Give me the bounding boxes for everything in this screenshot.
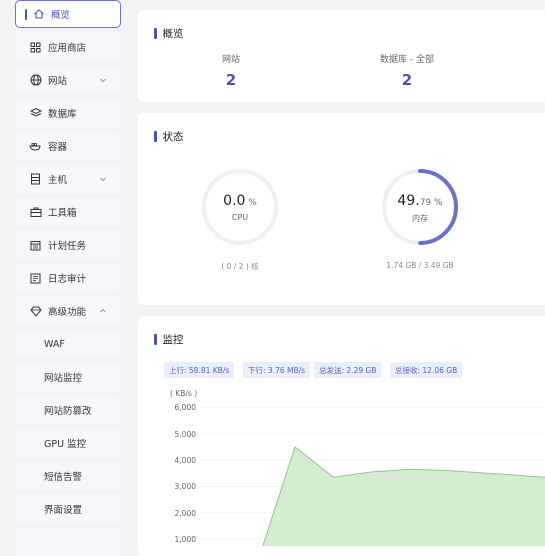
y-tick: 3,000 [174, 482, 196, 491]
sidebar-item-label: 短信告警 [44, 472, 83, 483]
sidebar-subitem-gpu-monitor[interactable]: GPU 监控 [15, 429, 120, 457]
network-chart [200, 407, 545, 546]
sidebar-item-label: 应用商店 [48, 43, 87, 54]
memory-label: 内存 [412, 214, 428, 223]
sidebar-item-host[interactable]: 主机 [15, 165, 120, 193]
toolbox-icon [29, 206, 42, 219]
sidebar-item-label: 高级功能 [48, 307, 87, 318]
sidebar-item-partial[interactable] [15, 528, 120, 556]
sidebar-item-app-store[interactable]: 应用商店 [15, 33, 120, 61]
memory-usage-detail: 1.74 GB / 3.49 GB [386, 261, 454, 270]
monitor-title: 监控 [154, 332, 184, 347]
total-received-badge: 总接收: 12.06 GB [390, 362, 463, 378]
y-tick: 2,000 [174, 509, 196, 518]
cpu-usage-value: 0.0 % [223, 193, 257, 209]
y-tick: 5,000 [174, 430, 196, 439]
y-tick: 4,000 [174, 456, 196, 465]
cpu-cores: ( 0 / 2 ) 核 [221, 262, 259, 271]
cpu-label: CPU [231, 213, 249, 222]
sidebar-item-label: 界面设置 [44, 505, 83, 516]
chart-unit-label: ( KB/s ) [170, 389, 198, 398]
layers-icon [29, 107, 42, 120]
home-icon [32, 8, 45, 21]
sidebar-item-label: 网站防篡改 [44, 406, 92, 417]
whale-icon [29, 140, 42, 153]
sidebar-item-label: 工具箱 [48, 208, 77, 219]
sidebar-item-label: 数据库 [48, 109, 77, 120]
sidebar-item-label: GPU 监控 [44, 439, 87, 450]
sidebar: 概览 应用商店 网站 数据库 容器 主机 工具箱 计划任务 日志审计 高级功能 … [0, 0, 130, 556]
sidebar-item-overview[interactable]: 概览 [15, 0, 121, 28]
chevron-down-icon [100, 78, 106, 83]
sidebar-subitem-sms-alert[interactable]: 短信告警 [15, 462, 120, 490]
sidebar-item-label: WAF [44, 338, 65, 350]
sidebar-item-label: 主机 [48, 175, 68, 186]
status-title: 状态 [154, 129, 184, 144]
overview-title: 概览 [154, 26, 184, 41]
sidebar-item-label: 容器 [48, 142, 68, 153]
download-speed-badge: 下行: 3.76 MB/s [243, 362, 311, 378]
y-tick: 1,000 [174, 535, 196, 544]
website-count-value[interactable]: 2 [171, 71, 291, 89]
active-indicator [25, 8, 27, 20]
sidebar-item-label: 日志审计 [48, 274, 87, 285]
sidebar-item-log-audit[interactable]: 日志审计 [15, 264, 120, 292]
diamond-icon [29, 305, 42, 318]
sidebar-item-advanced[interactable]: 高级功能 [15, 297, 120, 325]
sidebar-item-label: 概览 [51, 10, 71, 21]
grid-icon [29, 41, 42, 54]
sidebar-subitem-tamper-proof[interactable]: 网站防篡改 [15, 396, 120, 424]
log-icon [29, 272, 42, 285]
website-count-label: 网站 [221, 55, 240, 65]
globe-icon [29, 74, 42, 87]
sidebar-subitem-waf[interactable]: WAF [15, 330, 120, 358]
server-icon [29, 173, 42, 186]
sidebar-item-toolbox[interactable]: 工具箱 [15, 198, 120, 226]
sidebar-item-database[interactable]: 数据库 [15, 99, 120, 127]
sidebar-item-label: 计划任务 [48, 241, 87, 252]
sidebar-item-website[interactable]: 网站 [15, 66, 120, 94]
sidebar-item-label: 网站 [48, 76, 68, 87]
upload-speed-badge: 上行: 58.81 KB/s [164, 362, 235, 378]
sidebar-subitem-site-monitor[interactable]: 网站监控 [15, 363, 120, 391]
sidebar-item-cron[interactable]: 计划任务 [15, 231, 120, 259]
memory-usage-value: 49.79 % [397, 193, 443, 209]
database-count-label: 数据库 - 全部 [380, 55, 434, 65]
chevron-down-icon [100, 177, 106, 182]
calendar-icon [29, 239, 42, 252]
y-tick: 6,000 [174, 403, 196, 412]
total-sent-badge: 总发送: 2.29 GB [314, 362, 382, 378]
sidebar-subitem-ui-settings[interactable]: 界面设置 [15, 495, 120, 523]
database-count-value[interactable]: 2 [347, 71, 467, 89]
overview-card: 概览 网站 2 数据库 - 全部 2 [138, 10, 545, 102]
sidebar-item-label: 网站监控 [44, 373, 83, 384]
sidebar-item-container[interactable]: 容器 [15, 132, 120, 160]
network-area-fill [218, 446, 545, 546]
chevron-up-icon [100, 308, 106, 313]
status-card: 状态 0.0 % CPU ( 0 / 2 ) 核 49.79 % 内存 1.74… [138, 113, 545, 305]
